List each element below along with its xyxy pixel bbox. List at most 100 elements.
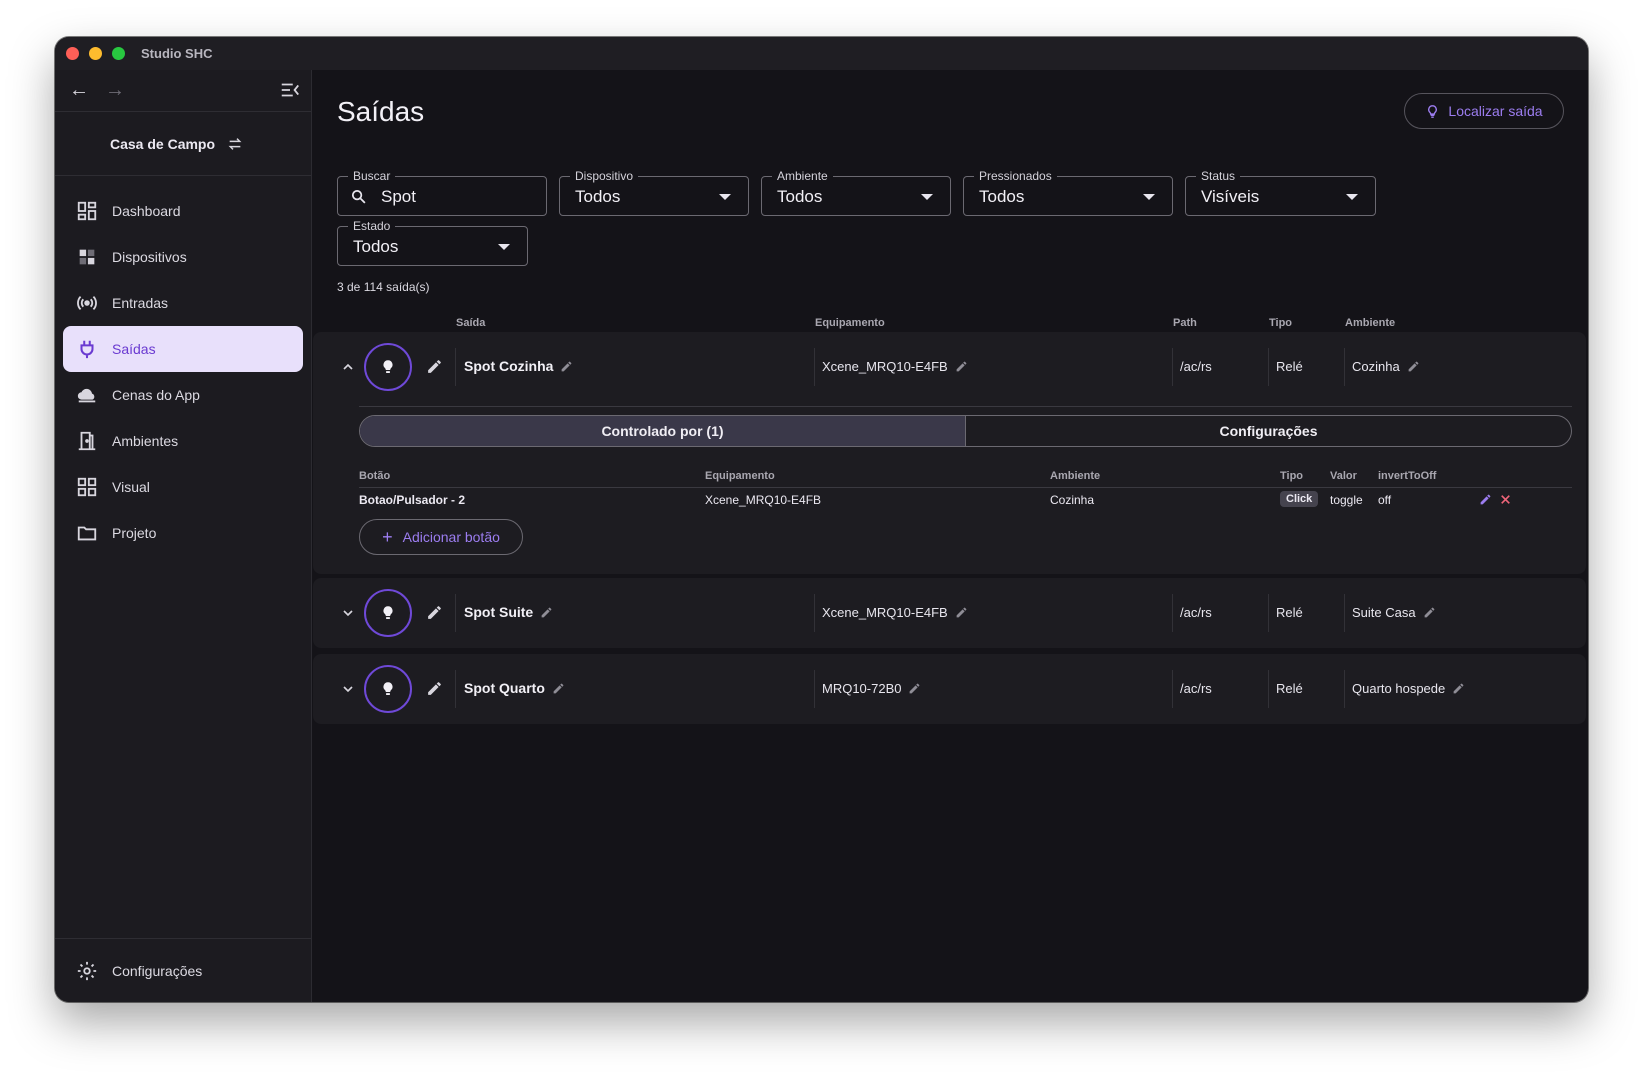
status-select[interactable]: Status Visíveis	[1185, 169, 1376, 216]
pressed-select[interactable]: Pressionados Todos	[963, 169, 1173, 216]
state-select[interactable]: Estado Todos	[337, 219, 528, 266]
sidebar-item-dispositivos[interactable]: Dispositivos	[63, 234, 303, 280]
status-label: Status	[1196, 169, 1241, 183]
sidebar-item-configuracoes[interactable]: Configurações	[55, 938, 311, 1002]
edit-icon[interactable]	[1479, 493, 1492, 506]
header-path: Path	[1173, 317, 1197, 329]
edit-icon[interactable]	[552, 682, 565, 695]
output-name: Spot Cozinha	[464, 358, 573, 374]
device-select[interactable]: Dispositivo Todos	[559, 169, 749, 216]
table-row[interactable]: Spot Quarto MRQ10-72B0 /ac/rs Relé Quart…	[313, 654, 1586, 724]
sidebar-item-entradas[interactable]: Entradas	[63, 280, 303, 326]
room-select[interactable]: Ambiente Todos	[761, 169, 951, 216]
output-room: Quarto hospede	[1352, 681, 1465, 696]
divider	[359, 487, 1572, 488]
column-divider	[1344, 670, 1345, 708]
close-icon[interactable]	[1499, 493, 1512, 506]
grid-icon	[77, 477, 97, 497]
edit-icon[interactable]	[426, 358, 443, 375]
swap-icon	[228, 137, 242, 150]
path-text: /ac/rs	[1180, 605, 1212, 620]
column-divider	[1172, 670, 1173, 708]
column-divider	[814, 594, 815, 632]
search-label: Buscar	[348, 169, 396, 183]
output-type: Relé	[1276, 681, 1303, 696]
sidebar-item-saidas[interactable]: Saídas	[63, 326, 303, 372]
window-title: Studio SHC	[141, 46, 213, 61]
door-icon	[78, 431, 96, 451]
table-row[interactable]: Spot Suite Xcene_MRQ10-E4FB /ac/rs Relé …	[313, 578, 1586, 648]
sub-header-type: Tipo	[1280, 470, 1304, 482]
folder-icon	[77, 526, 97, 541]
settings-label: Configurações	[112, 962, 203, 979]
edit-icon[interactable]	[908, 682, 921, 695]
sidebar-item-dashboard[interactable]: Dashboard	[63, 188, 303, 234]
table-row[interactable]: Spot Cozinha Xcene_MRQ10-E4FB /ac/rs Rel…	[313, 332, 1586, 402]
project-selector[interactable]: Casa de Campo	[55, 112, 311, 176]
output-toggle[interactable]	[364, 589, 412, 637]
chevron-down-icon	[498, 244, 510, 250]
chevron-down-icon[interactable]	[340, 681, 356, 697]
linked-value: toggle	[1330, 493, 1363, 507]
edit-icon[interactable]	[1407, 360, 1420, 373]
tab-settings[interactable]: Configurações	[966, 416, 1571, 446]
pressed-label: Pressionados	[974, 169, 1057, 183]
edit-icon[interactable]	[426, 680, 443, 697]
chevron-down-icon[interactable]	[340, 605, 356, 621]
locate-output-label: Localizar saída	[1448, 103, 1543, 119]
output-path: /ac/rs	[1180, 681, 1212, 696]
header-output: Saída	[456, 317, 486, 329]
device-value: Todos	[575, 187, 621, 206]
close-window-button[interactable]	[66, 47, 79, 60]
sidebar: ← → Casa de Campo Dashboard Dispositivos…	[55, 70, 312, 1002]
state-value: Todos	[353, 237, 399, 256]
edit-icon[interactable]	[1423, 606, 1436, 619]
window-controls	[66, 47, 125, 60]
sidebar-item-projeto[interactable]: Projeto	[63, 510, 303, 556]
back-arrow-icon[interactable]: ←	[67, 79, 91, 102]
add-button-button[interactable]: + Adicionar botão	[359, 519, 523, 555]
room-text: Quarto hospede	[1352, 681, 1446, 696]
tab-group: Controlado por (1) Configurações	[359, 415, 1572, 447]
output-name: Spot Suite	[464, 604, 553, 620]
sidebar-item-cenas[interactable]: Cenas do App	[63, 372, 303, 418]
equipment-text: Xcene_MRQ10-E4FB	[822, 359, 948, 374]
maximize-window-button[interactable]	[112, 47, 125, 60]
sidebar-item-label: Dispositivos	[112, 249, 187, 265]
sub-header-button: Botão	[359, 470, 391, 482]
minimize-window-button[interactable]	[89, 47, 102, 60]
sidebar-item-label: Cenas do App	[112, 387, 200, 403]
collapse-sidebar-icon[interactable]	[279, 79, 301, 101]
edit-icon[interactable]	[955, 606, 968, 619]
edit-icon[interactable]	[540, 606, 553, 619]
type-text: Relé	[1276, 359, 1303, 374]
output-room: Suite Casa	[1352, 605, 1436, 620]
room-value: Todos	[777, 187, 823, 206]
linked-equipment: Xcene_MRQ10-E4FB	[705, 493, 822, 507]
tab-controlled-by[interactable]: Controlado por (1)	[360, 416, 966, 446]
sidebar-item-ambientes[interactable]: Ambientes	[63, 418, 303, 464]
lightbulb-icon	[383, 682, 393, 695]
status-value: Visíveis	[1201, 187, 1260, 206]
expanded-panel: Controlado por (1) Configurações Botão E…	[313, 402, 1586, 574]
forward-arrow-icon[interactable]: →	[103, 79, 127, 102]
edit-icon[interactable]	[1452, 682, 1465, 695]
linked-invert: off	[1378, 493, 1392, 507]
output-toggle[interactable]	[364, 343, 412, 391]
edit-icon[interactable]	[955, 360, 968, 373]
locate-output-button[interactable]: Localizar saída	[1404, 93, 1564, 129]
output-path: /ac/rs	[1180, 605, 1212, 620]
header-room: Ambiente	[1345, 317, 1396, 329]
plus-icon: +	[382, 526, 393, 547]
edit-icon[interactable]	[426, 604, 443, 621]
output-equipment: Xcene_MRQ10-E4FB	[822, 359, 968, 374]
edit-icon[interactable]	[560, 360, 573, 373]
add-button-label: Adicionar botão	[402, 529, 500, 545]
column-divider	[1344, 348, 1345, 386]
output-toggle[interactable]	[364, 665, 412, 713]
sidebar-item-visual[interactable]: Visual	[63, 464, 303, 510]
output-equipment: MRQ10-72B0	[822, 681, 921, 696]
chevron-up-icon[interactable]	[340, 359, 356, 375]
search-input[interactable]: Buscar Spot	[337, 169, 547, 216]
main-content: Saídas Localizar saída Buscar Spot Dispo…	[313, 70, 1588, 1002]
